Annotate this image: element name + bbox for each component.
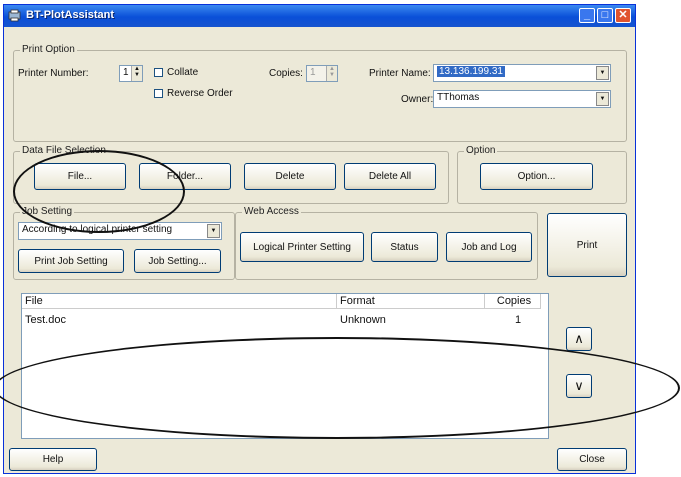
printer-name-label: Printer Name: xyxy=(369,68,431,79)
copies-stepper[interactable]: 1 ▲ ▼ xyxy=(306,65,338,82)
file-button[interactable]: File... xyxy=(34,163,126,190)
printer-name-value: 13.136.199.31 xyxy=(437,66,505,77)
print-option-legend: Print Option xyxy=(20,44,77,55)
logical-printer-setting-button[interactable]: Logical Printer Setting xyxy=(240,232,364,262)
help-button[interactable]: Help xyxy=(9,448,97,471)
print-job-setting-button[interactable]: Print Job Setting xyxy=(18,249,124,273)
maximize-icon: □ xyxy=(601,9,609,21)
maximize-button[interactable]: □ xyxy=(597,8,613,23)
chevron-down-icon[interactable]: ▼ xyxy=(596,92,609,106)
job-setting-select-value: According to logical printer setting xyxy=(22,224,173,235)
title-bar[interactable]: BT-PlotAssistant _ □ ✕ xyxy=(4,5,635,27)
printer-name-select[interactable]: 13.136.199.31 ▼ xyxy=(433,64,611,82)
chevron-down-icon[interactable]: ▼ xyxy=(596,66,609,80)
format-cell: Unknown xyxy=(340,314,386,326)
chevron-up-icon: ∧ xyxy=(574,331,584,346)
file-list[interactable]: File Format Copies Test.doc Unknown 1 xyxy=(21,293,549,439)
printer-number-value: 1 xyxy=(123,67,129,78)
job-setting-select[interactable]: According to logical printer setting ▼ xyxy=(18,222,222,240)
option-legend: Option xyxy=(464,145,498,156)
column-header-copies[interactable]: Copies xyxy=(485,294,541,309)
web-access-legend: Web Access xyxy=(242,206,301,217)
folder-button[interactable]: Folder... xyxy=(139,163,231,190)
owner-select[interactable]: TThomas ▼ xyxy=(433,90,611,108)
chevron-down-icon[interactable]: ▼ xyxy=(207,224,220,238)
close-icon: ✕ xyxy=(618,9,628,21)
chevron-down-icon: ∨ xyxy=(574,378,584,393)
column-header-format[interactable]: Format xyxy=(337,294,485,309)
column-header-file[interactable]: File xyxy=(22,294,337,309)
close-window-button[interactable]: ✕ xyxy=(615,8,631,23)
window-title: BT-PlotAssistant xyxy=(26,9,115,21)
print-button[interactable]: Print xyxy=(547,213,627,277)
move-down-button[interactable]: ∨ xyxy=(566,374,592,398)
minimize-button[interactable]: _ xyxy=(579,8,595,23)
reverse-order-label: Reverse Order xyxy=(167,88,233,99)
spinner-arrows-icon[interactable]: ▲ ▼ xyxy=(131,66,142,81)
table-row[interactable]: Test.doc Unknown 1 xyxy=(22,314,542,329)
app-window: BT-PlotAssistant _ □ ✕ Print Option Prin… xyxy=(3,4,636,474)
option-button[interactable]: Option... xyxy=(480,163,593,190)
owner-label: Owner: xyxy=(401,94,434,105)
job-setting-button[interactable]: Job Setting... xyxy=(134,249,221,273)
file-name-cell: Test.doc xyxy=(25,314,66,326)
app-icon xyxy=(8,9,21,22)
reverse-order-checkbox[interactable] xyxy=(154,89,163,98)
collate-label: Collate xyxy=(167,67,199,78)
minimize-icon: _ xyxy=(583,9,591,21)
delete-button[interactable]: Delete xyxy=(244,163,336,190)
delete-all-button[interactable]: Delete All xyxy=(344,163,436,190)
copies-value: 1 xyxy=(310,67,316,78)
job-and-log-button[interactable]: Job and Log xyxy=(446,232,532,262)
collate-checkbox[interactable] xyxy=(154,68,163,77)
spinner-arrows-icon[interactable]: ▲ ▼ xyxy=(326,66,337,81)
job-setting-legend: Job Setting xyxy=(20,206,75,217)
move-up-button[interactable]: ∧ xyxy=(566,327,592,351)
close-button[interactable]: Close xyxy=(557,448,627,471)
owner-value: TThomas xyxy=(437,92,480,103)
copies-label: Copies: xyxy=(269,68,303,79)
printer-number-stepper[interactable]: 1 ▲ ▼ xyxy=(119,65,143,82)
status-button[interactable]: Status xyxy=(371,232,438,262)
printer-number-label: Printer Number: xyxy=(18,68,89,79)
data-file-selection-legend: Data File Selection xyxy=(20,145,108,156)
copies-cell: 1 xyxy=(515,314,522,326)
